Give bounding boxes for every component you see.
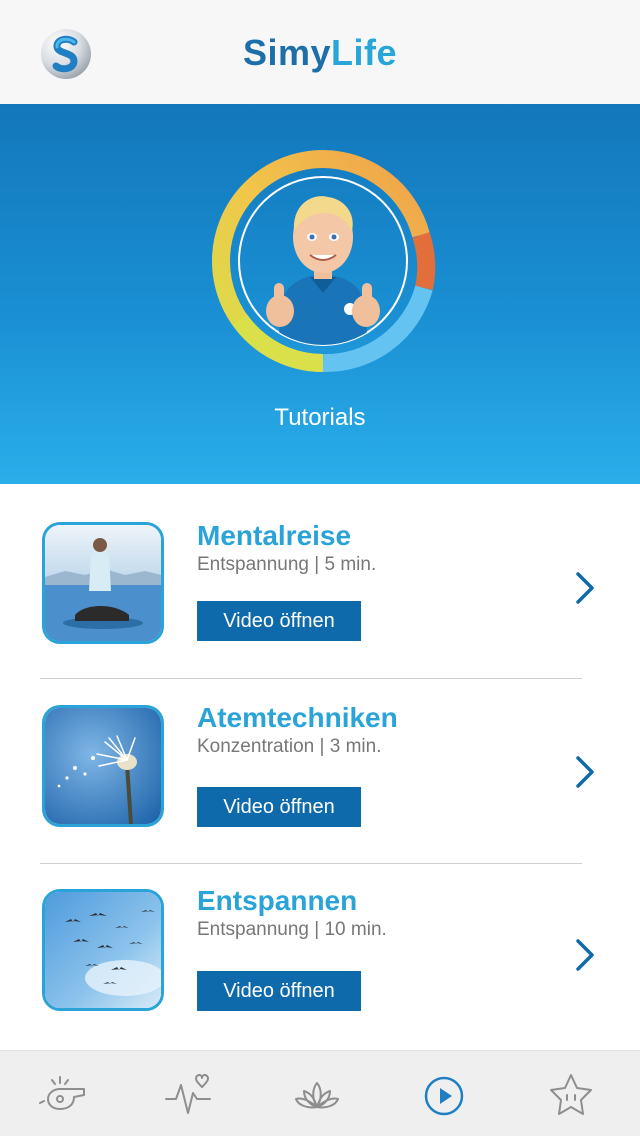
star-face-icon[interactable] [546, 1071, 596, 1121]
item-subtitle: Konzentration | 3 min. [197, 736, 382, 757]
item-subtitle: Entspannung | 5 min. [197, 554, 377, 575]
top-header: SimyLife [0, 0, 640, 104]
hero-banner: Tutorials [0, 104, 640, 484]
play-circle-icon[interactable] [419, 1071, 469, 1121]
open-video-button[interactable]: Video öffnen [197, 971, 361, 1011]
meditation-image[interactable] [42, 522, 164, 644]
chevron-right-icon[interactable] [570, 935, 600, 975]
dandelion-image[interactable] [42, 705, 164, 827]
chevron-right-icon[interactable] [570, 752, 600, 792]
item-title: Mentalreise [197, 520, 352, 551]
whistle-icon[interactable] [38, 1071, 88, 1121]
tutorial-list: Mentalreise Entspannung | 5 min. Video ö… [0, 484, 640, 1050]
app-screen: SimyLife Tutorials Mentalreise Entspannu… [0, 0, 640, 1136]
heart-pulse-icon[interactable] [164, 1071, 214, 1121]
item-title: Entspannen [197, 885, 358, 916]
chevron-right-icon[interactable] [570, 568, 600, 608]
app-title-part2: Life [331, 32, 398, 73]
app-title-part1: Simy [242, 32, 332, 73]
item-subtitle: Entspannung | 10 min. [197, 919, 387, 940]
lotus-icon[interactable] [292, 1071, 342, 1121]
hero-label: Tutorials [274, 404, 366, 431]
birds-sky-image[interactable] [42, 889, 164, 1011]
open-video-button[interactable]: Video öffnen [197, 787, 361, 827]
list-item[interactable]: Entspannen Entspannung | 10 min. Video ö… [0, 852, 640, 1036]
coach-avatar [240, 179, 406, 345]
open-video-button[interactable]: Video öffnen [197, 601, 361, 641]
bottom-tab-bar [0, 1050, 640, 1136]
list-item[interactable]: Atemtechniken Konzentration | 3 min. Vid… [0, 668, 640, 852]
app-title: SimyLife [0, 32, 640, 74]
item-title: Atemtechniken [197, 702, 398, 733]
list-item[interactable]: Mentalreise Entspannung | 5 min. Video ö… [0, 484, 640, 668]
